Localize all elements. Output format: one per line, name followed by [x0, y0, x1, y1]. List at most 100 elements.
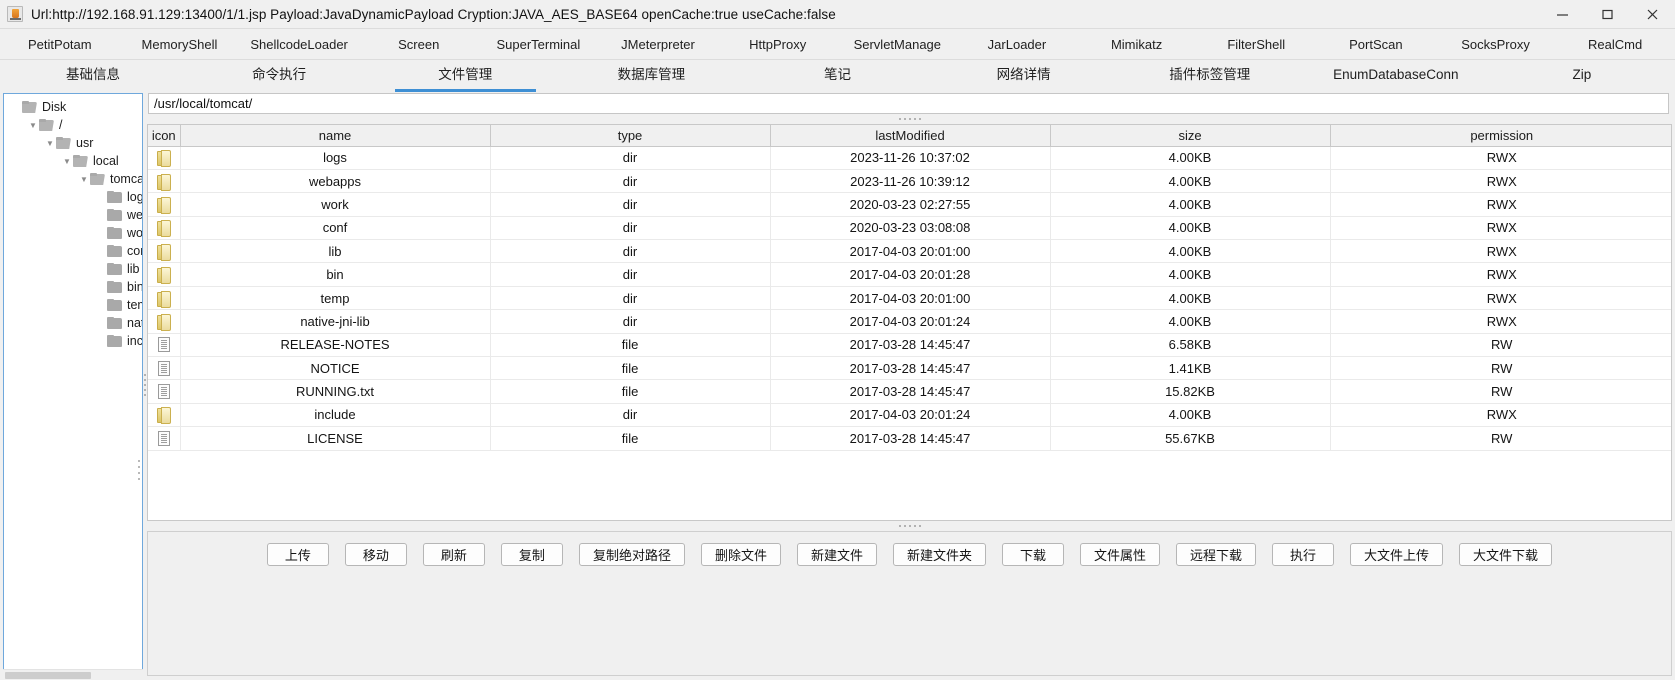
plugin-tab-portscan[interactable]: PortScan: [1316, 29, 1436, 60]
close-icon[interactable]: [1630, 0, 1675, 29]
table-row[interactable]: logs dir 2023-11-26 10:37:02 4.00KB RWX: [148, 146, 1671, 170]
tree-node[interactable]: · conf: [4, 242, 142, 260]
function-tab-3[interactable]: 数据库管理: [558, 60, 744, 92]
toolbar-button-4[interactable]: 复制绝对路径: [578, 543, 685, 566]
path-input[interactable]: /usr/local/tomcat/: [148, 93, 1669, 114]
table-row[interactable]: NOTICE file 2017-03-28 14:45:47 1.41KB RW: [148, 356, 1671, 381]
table-row[interactable]: lib dir 2017-04-03 20:01:00 4.00KB RWX: [148, 239, 1671, 264]
chevron-down-icon[interactable]: ▼: [61, 152, 73, 170]
directory-tree-panel[interactable]: ·Disk▼/▼usr▼local▼tomcat·logs·weba·work·…: [3, 93, 143, 676]
plugin-tab-socksproxy[interactable]: SocksProxy: [1436, 29, 1556, 60]
table-row[interactable]: temp dir 2017-04-03 20:01:00 4.00KB RWX: [148, 286, 1671, 311]
maximize-icon[interactable]: [1585, 0, 1630, 29]
toolbar-button-9[interactable]: 文件属性: [1080, 543, 1161, 566]
toolbar-button-11[interactable]: 执行: [1272, 543, 1335, 566]
file-list-area[interactable]: icon name type lastModified size permission l…: [147, 124, 1672, 521]
plugin-tab-httpproxy[interactable]: HttpProxy: [718, 29, 838, 60]
column-header-size[interactable]: size: [1050, 125, 1331, 147]
function-tab-0[interactable]: 基础信息: [0, 60, 186, 92]
toolbar-button-2[interactable]: 刷新: [422, 543, 485, 566]
column-header-lastModified[interactable]: lastModified: [770, 125, 1051, 147]
tree-node[interactable]: ▼ tomcat: [4, 170, 142, 188]
folder-icon: [157, 267, 172, 285]
tree-node[interactable]: · lib: [4, 260, 142, 278]
toolbar-button-10[interactable]: 远程下载: [1176, 543, 1257, 566]
function-tab-5[interactable]: 网络详情: [931, 60, 1117, 92]
cell-name: conf: [180, 216, 491, 241]
tree-node[interactable]: · nativ: [4, 314, 142, 332]
plugin-tab-superterminal[interactable]: SuperTerminal: [479, 29, 599, 60]
plugin-tab-memoryshell[interactable]: MemoryShell: [120, 29, 240, 60]
tree-node[interactable]: · weba: [4, 206, 142, 224]
toolbar-button-12[interactable]: 大文件上传: [1350, 543, 1444, 566]
function-tab-1[interactable]: 命令执行: [186, 60, 372, 92]
tree-node[interactable]: · Disk: [4, 98, 142, 116]
table-row[interactable]: work dir 2020-03-23 02:27:55 4.00KB RWX: [148, 192, 1671, 217]
toolbar-button-13[interactable]: 大文件下载: [1459, 543, 1553, 566]
toolbar-button-3[interactable]: 复制: [500, 543, 563, 566]
file-icon: [157, 430, 170, 446]
toolbar-button-6[interactable]: 新建文件: [796, 543, 877, 566]
plugin-tab-mimikatz[interactable]: Mimikatz: [1077, 29, 1197, 60]
tree-node[interactable]: · bin: [4, 278, 142, 296]
toolbar-button-5[interactable]: 删除文件: [700, 543, 781, 566]
plugin-tab-filtershell[interactable]: FilterShell: [1196, 29, 1316, 60]
tree-node-label: bin: [127, 280, 143, 294]
table-row[interactable]: webapps dir 2023-11-26 10:39:12 4.00KB RWX: [148, 169, 1671, 194]
table-row[interactable]: native-jni-lib dir 2017-04-03 20:01:24 4.00…: [148, 309, 1671, 334]
table-row[interactable]: RUNNING.txt file 2017-03-28 14:45:47 15.82K…: [148, 379, 1671, 404]
function-tab-2[interactable]: 文件管理: [372, 60, 558, 92]
folder-icon: [157, 407, 172, 425]
tree-node-label: inclu: [127, 334, 143, 348]
tree-node[interactable]: ▼ /: [4, 116, 142, 134]
chevron-down-icon[interactable]: ▼: [44, 134, 56, 152]
function-tab-6[interactable]: 插件标签管理: [1117, 60, 1303, 92]
function-tab-7[interactable]: EnumDatabaseConn: [1303, 60, 1489, 92]
plugin-tab-screen[interactable]: Screen: [359, 29, 479, 60]
plugin-tab-realcmd[interactable]: RealCmd: [1555, 29, 1675, 60]
file-icon-cell: [148, 379, 181, 404]
table-row[interactable]: RELEASE-NOTES file 2017-03-28 14:45:47 6.58…: [148, 333, 1671, 358]
toolbar-button-7[interactable]: 新建文件夹: [892, 543, 986, 566]
tree-node[interactable]: · work: [4, 224, 142, 242]
column-header-type[interactable]: type: [490, 125, 771, 147]
folder-icon: [157, 313, 172, 331]
folder-open-icon: [39, 119, 54, 131]
table-row[interactable]: LICENSE file 2017-03-28 14:45:47 55.67KB RW: [148, 426, 1671, 451]
folder-icon: [107, 299, 122, 311]
chevron-down-icon[interactable]: ▼: [78, 170, 90, 188]
tree-scrollbar-thumb[interactable]: [5, 672, 91, 679]
function-tab-8[interactable]: Zip: [1489, 60, 1675, 92]
tree-horizontal-scrollbar[interactable]: [3, 669, 143, 679]
file-icon-cell: [148, 356, 181, 381]
toolbar-button-8[interactable]: 下载: [1002, 543, 1064, 566]
toolbar-button-1[interactable]: 移动: [344, 543, 407, 566]
column-header-permission[interactable]: permission: [1330, 125, 1671, 147]
table-row[interactable]: include dir 2017-04-03 20:01:24 4.00KB RWX: [148, 403, 1671, 428]
plugin-tab-shellcodeloader[interactable]: ShellcodeLoader: [239, 29, 359, 60]
tree-node[interactable]: ▼ local: [4, 152, 142, 170]
path-table-divider[interactable]: [147, 115, 1672, 124]
file-icon-cell: [148, 146, 181, 170]
plugin-tab-jmeterpreter[interactable]: JMeterpreter: [598, 29, 718, 60]
tree-node[interactable]: ▼ usr: [4, 134, 142, 152]
tree-node[interactable]: · logs: [4, 188, 142, 206]
column-header-icon[interactable]: icon: [148, 125, 181, 147]
file-icon: [157, 360, 170, 376]
minimize-icon[interactable]: [1540, 0, 1585, 29]
column-header-name[interactable]: name: [180, 125, 491, 147]
table-row[interactable]: conf dir 2020-03-23 03:08:08 4.00KB RWX: [148, 216, 1671, 241]
function-tab-4[interactable]: 笔记: [744, 60, 930, 92]
plugin-tab-petitpotam[interactable]: PetitPotam: [0, 29, 120, 60]
chevron-down-icon[interactable]: ▼: [27, 116, 39, 134]
tree-node[interactable]: · temp: [4, 296, 142, 314]
table-toolbar-divider[interactable]: [147, 521, 1672, 531]
toolbar-button-0[interactable]: 上传: [266, 543, 329, 566]
tree-node[interactable]: · inclu: [4, 332, 142, 350]
table-row[interactable]: bin dir 2017-04-03 20:01:28 4.00KB RWX: [148, 262, 1671, 287]
plugin-tab-servletmanage[interactable]: ServletManage: [837, 29, 957, 60]
plugin-tab-jarloader[interactable]: JarLoader: [957, 29, 1077, 60]
cell-size: 1.41KB: [1050, 356, 1331, 381]
cell-name: native-jni-lib: [180, 309, 491, 334]
cell-lastModified: 2017-04-03 20:01:24: [770, 309, 1051, 334]
